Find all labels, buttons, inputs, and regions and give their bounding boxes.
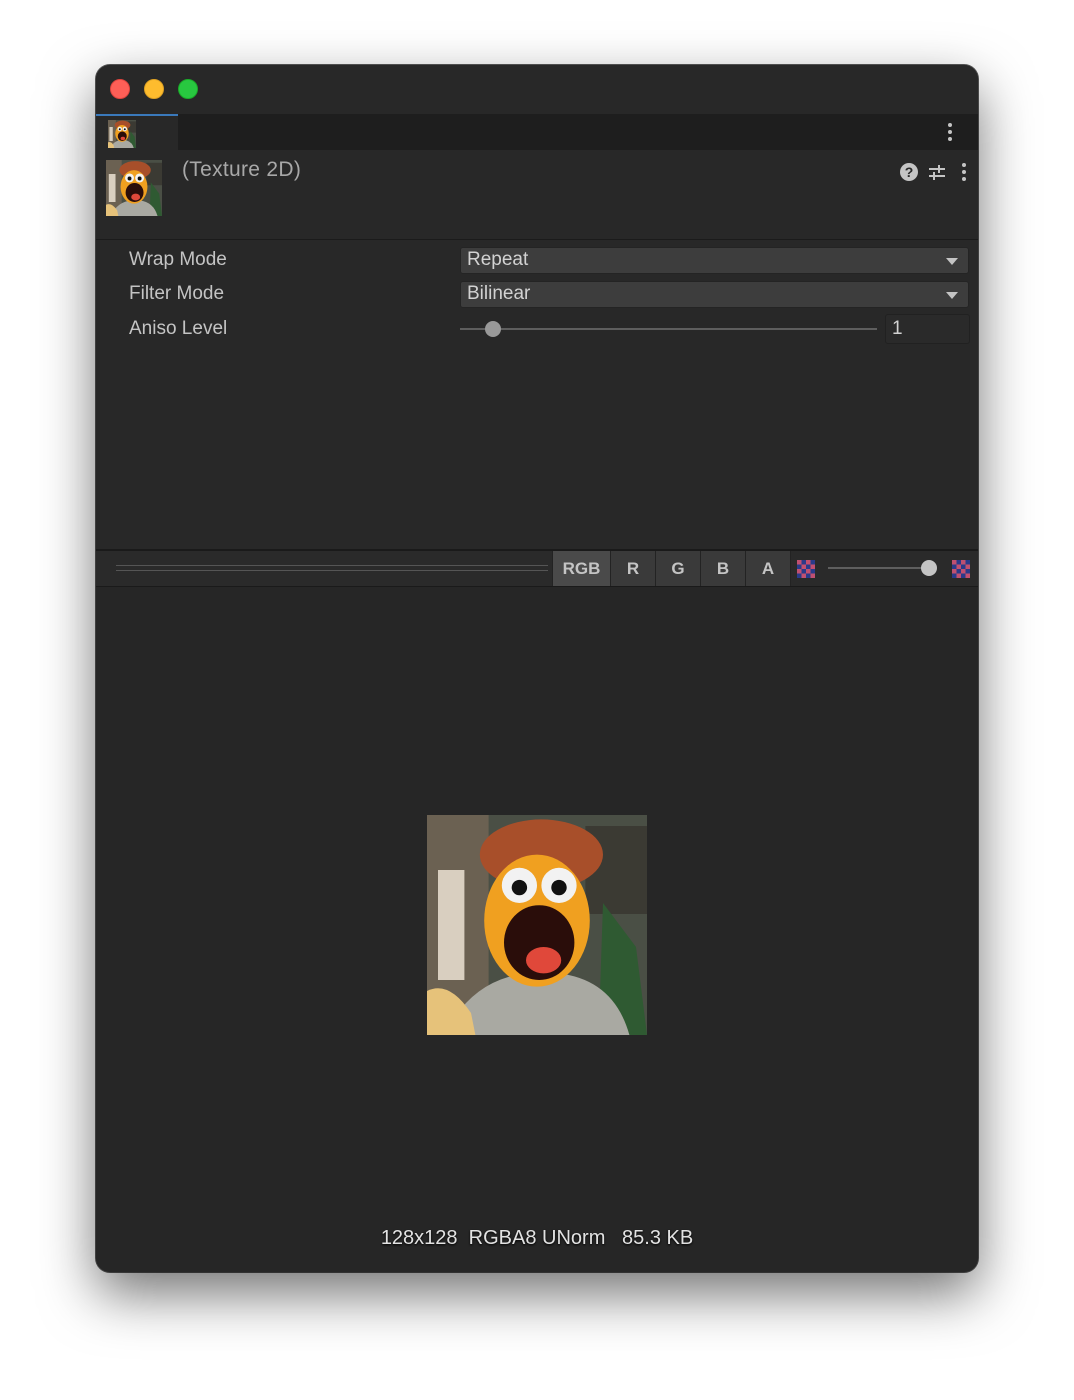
aniso-level-slider-handle[interactable] bbox=[485, 321, 502, 337]
texture-preview-area: 128x128 RGBA8 UNorm 85.3 KB bbox=[96, 587, 978, 1272]
checker-large-icon bbox=[952, 560, 970, 578]
presets-sliders-icon[interactable] bbox=[927, 162, 947, 182]
zoom-window-button[interactable] bbox=[178, 79, 198, 99]
channel-a-button[interactable]: A bbox=[745, 551, 790, 586]
mip-level-slider-track[interactable] bbox=[828, 567, 932, 569]
dropdown-arrow-icon bbox=[946, 258, 958, 265]
texture-preview-image bbox=[427, 815, 647, 1035]
inspector-header: (Texture 2D) ? bbox=[96, 150, 978, 240]
asset-preview-thumbnail bbox=[106, 160, 162, 216]
aniso-level-slider-track[interactable] bbox=[460, 328, 877, 330]
channel-r-button[interactable]: R bbox=[610, 551, 655, 586]
aniso-level-value: 1 bbox=[892, 318, 903, 339]
channel-g-button[interactable]: G bbox=[655, 551, 700, 586]
header-menu-kebab-icon[interactable] bbox=[962, 163, 966, 181]
tab-texture[interactable] bbox=[96, 114, 178, 150]
filter-mode-dropdown[interactable]: Bilinear bbox=[460, 281, 969, 308]
aniso-level-field[interactable]: 1 bbox=[885, 314, 970, 344]
asset-title: (Texture 2D) bbox=[182, 158, 302, 181]
mip-low-button[interactable] bbox=[790, 551, 820, 586]
checker-small-icon bbox=[797, 560, 815, 578]
mip-level-slider-handle[interactable] bbox=[921, 560, 937, 576]
tab-strip bbox=[96, 114, 978, 150]
close-window-button[interactable] bbox=[110, 79, 130, 99]
dropdown-arrow-icon bbox=[946, 292, 958, 299]
minimize-window-button[interactable] bbox=[144, 79, 164, 99]
filter-mode-label: Filter Mode bbox=[129, 283, 225, 304]
wrap-mode-dropdown[interactable]: Repeat bbox=[460, 247, 969, 274]
preview-toolbar: RGB R G B A bbox=[96, 551, 978, 587]
title-bar bbox=[96, 65, 978, 114]
tab-menu-kebab-icon[interactable] bbox=[948, 123, 952, 141]
help-icon[interactable]: ? bbox=[900, 163, 918, 181]
wrap-mode-label: Wrap Mode bbox=[129, 249, 227, 270]
inspector-window: (Texture 2D) ? Wrap Mode Repeat Filter M… bbox=[96, 65, 978, 1272]
preview-drag-handle[interactable] bbox=[116, 565, 548, 571]
channel-b-button[interactable]: B bbox=[700, 551, 745, 586]
filter-mode-value: Bilinear bbox=[467, 283, 531, 304]
texture-info-label: 128x128 RGBA8 UNorm 85.3 KB bbox=[380, 1227, 694, 1249]
channel-rgb-button[interactable]: RGB bbox=[552, 551, 610, 586]
aniso-level-label: Aniso Level bbox=[129, 318, 228, 339]
texture-thumbnail-icon bbox=[106, 120, 138, 148]
wrap-mode-value: Repeat bbox=[467, 249, 529, 270]
